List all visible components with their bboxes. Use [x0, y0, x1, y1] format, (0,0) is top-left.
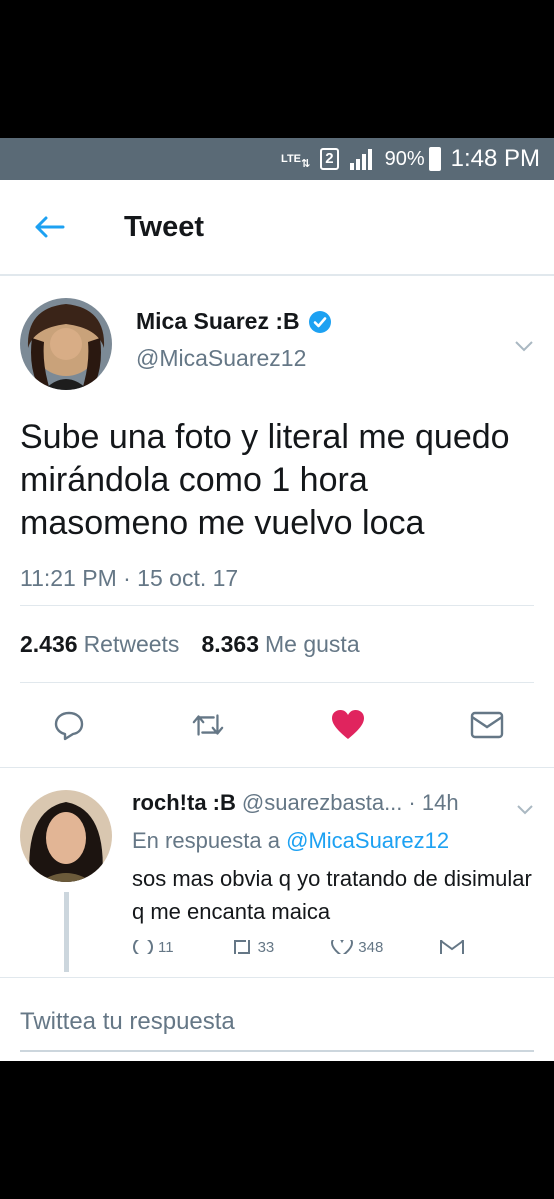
signal-icon — [349, 147, 375, 171]
reply-avatar[interactable] — [20, 790, 112, 882]
battery-percent: 90% — [384, 147, 425, 170]
reply-like-button[interactable]: 348 — [330, 940, 383, 954]
battery-icon — [428, 147, 441, 171]
message-button[interactable] — [470, 708, 504, 742]
reply-input[interactable]: Twittea tu respuesta — [20, 978, 534, 1052]
in-reply-to: En respuesta a @MicaSuarez12 — [132, 828, 534, 854]
verified-badge-icon — [308, 310, 331, 333]
reply-icon — [133, 940, 153, 954]
reply-text: sos mas obvia q yo tratando de disimular… — [132, 866, 532, 924]
likes-count: 8.363 — [201, 630, 259, 657]
retweets-count: 2.436 — [20, 630, 78, 657]
reply-actions: 11 33 348 — [132, 940, 534, 954]
message-icon — [440, 940, 465, 954]
app-bar: Tweet — [0, 180, 554, 276]
tweet-screen: Tweet Mica Suarez :B @MicaSuarez12 Sube … — [0, 180, 554, 1061]
retweet-icon — [233, 940, 250, 954]
lte-indicator: LTE ⇅ — [281, 152, 311, 170]
mention-link[interactable]: @MicaSuarez12 — [286, 828, 449, 853]
status-bar: LTE ⇅ 2 90% 1:48 PM — [0, 138, 554, 180]
sim-indicator: 2 — [320, 148, 339, 170]
tweet-text: Sube una foto y literal me quedo mirándo… — [20, 418, 510, 542]
reply-handle[interactable]: @suarezbasta... — [242, 790, 403, 816]
reply-retweet-button[interactable]: 33 — [230, 940, 275, 954]
page-title: Tweet — [124, 210, 205, 243]
like-button[interactable] — [331, 708, 365, 742]
reply-composer: Twittea tu respuesta — [0, 977, 554, 1061]
likes-label: Me gusta — [265, 630, 360, 657]
chevron-down-icon[interactable] — [512, 334, 536, 358]
likes-stat[interactable]: 8.363 Me gusta — [201, 631, 359, 658]
clock: 1:48 PM — [450, 145, 540, 172]
reply-retweet-count: 33 — [257, 940, 275, 954]
reply-header: roch!ta :B @suarezbasta... · 14h — [132, 790, 534, 816]
tweet-actions — [20, 683, 534, 767]
reply-time: · 14h — [408, 790, 459, 815]
tweet-stats: 2.436 Retweets 8.363 Me gusta — [20, 606, 534, 682]
reply-button[interactable] — [52, 708, 86, 742]
display-name[interactable]: Mica Suarez :B — [136, 308, 300, 335]
reply-reply-button[interactable]: 11 — [132, 940, 174, 954]
thread-line — [64, 892, 69, 972]
tweet-timestamp: 11:21 PM · 15 oct. 17 — [20, 565, 239, 591]
retweets-label: Retweets — [83, 630, 180, 657]
tweet-author: Mica Suarez :B @MicaSuarez12 — [20, 298, 534, 390]
author-names: Mica Suarez :B @MicaSuarez12 — [136, 298, 332, 390]
name-row: Mica Suarez :B — [136, 308, 332, 335]
retweet-icon — [193, 714, 224, 736]
reply-like-count: 348 — [358, 940, 384, 954]
reply-icon — [54, 711, 84, 741]
reply-message-button[interactable] — [439, 940, 465, 954]
arrow-left-icon — [35, 216, 65, 238]
chevron-down-icon[interactable] — [514, 798, 536, 820]
avatar[interactable] — [20, 298, 112, 390]
main-tweet: Mica Suarez :B @MicaSuarez12 Sube una fo… — [0, 298, 554, 767]
back-button[interactable] — [24, 202, 74, 252]
reply-reply-count: 11 — [158, 940, 174, 954]
retweet-button[interactable] — [191, 708, 225, 742]
retweets-stat[interactable]: 2.436 Retweets — [20, 631, 179, 658]
reply-display-name[interactable]: roch!ta :B — [132, 790, 236, 816]
network-label: LTE — [281, 152, 302, 165]
in-reply-prefix: En respuesta a — [132, 828, 280, 853]
reply-tweet[interactable]: roch!ta :B @suarezbasta... · 14h En resp… — [0, 767, 554, 972]
heart-icon — [331, 940, 354, 954]
heart-icon — [331, 710, 364, 739]
reply-body: roch!ta :B @suarezbasta... · 14h En resp… — [132, 790, 534, 963]
message-icon — [470, 711, 504, 739]
handle[interactable]: @MicaSuarez12 — [136, 345, 332, 372]
